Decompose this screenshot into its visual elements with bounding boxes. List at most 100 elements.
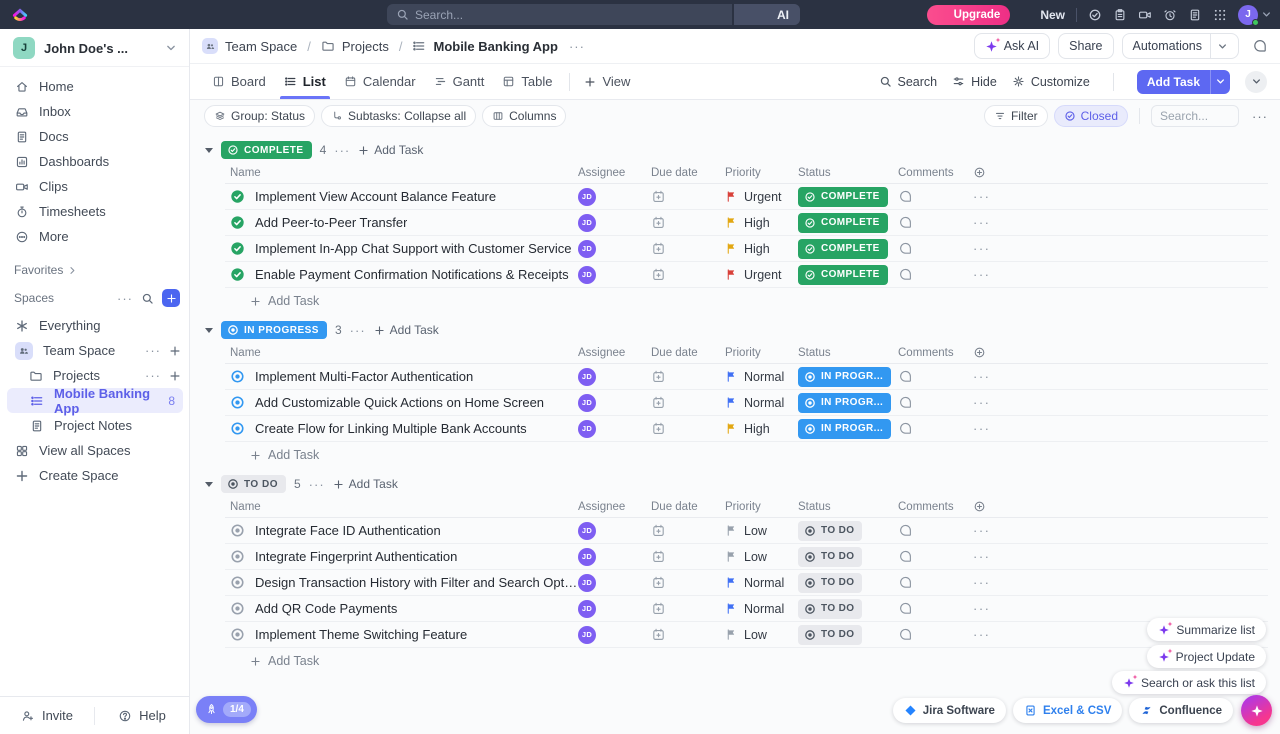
global-search[interactable]: AI [387,4,800,25]
help-button[interactable]: Help [95,708,189,723]
comments-icon[interactable] [898,267,913,282]
global-search-input[interactable] [415,8,732,22]
status-badge[interactable]: TO DO [798,521,862,541]
my-tasks-icon[interactable] [1088,8,1102,22]
status-badge[interactable]: COMPLETE [798,187,888,207]
closed-toggle[interactable]: Closed [1054,105,1128,127]
sidebar-item-clips[interactable]: Clips [7,174,182,199]
collapse-group-caret[interactable] [205,482,213,487]
task-status-icon[interactable] [230,601,245,616]
column-comments[interactable]: Comments [898,167,973,179]
reminders-icon[interactable] [1163,8,1177,22]
status-badge[interactable]: COMPLETE [798,239,888,259]
collapse-header-button[interactable] [1245,71,1267,93]
sidebar-item-project-notes[interactable]: Project Notes [7,413,189,438]
add-task-row[interactable]: Add Task [250,442,1280,468]
task-more-button[interactable]: ··· [973,395,991,410]
breadcrumb-current[interactable]: Mobile Banking App [433,39,557,54]
task-more-button[interactable]: ··· [973,627,991,642]
list-search[interactable] [1151,105,1239,127]
comments-icon[interactable] [898,189,913,204]
group-by-button[interactable]: Group: Status [204,105,315,127]
tab-board[interactable]: Board [203,64,275,99]
task-more-button[interactable]: ··· [973,575,991,590]
assignee-avatar[interactable]: JD [578,266,596,284]
group-more-button[interactable]: ··· [334,143,350,158]
task-row[interactable]: Implement In-App Chat Support with Custo… [225,236,1268,262]
notepad-icon[interactable] [1113,8,1127,22]
comments-icon[interactable] [898,549,913,564]
spaces-more-button[interactable]: ··· [117,291,133,306]
project-update-button[interactable]: Project Update [1147,645,1266,668]
task-status-icon[interactable] [230,421,245,436]
task-more-button[interactable]: ··· [973,369,991,384]
priority-cell[interactable]: High [725,216,798,230]
comments-icon[interactable] [898,395,913,410]
priority-cell[interactable]: High [725,422,798,436]
breadcrumb-projects[interactable]: Projects [342,39,389,54]
task-more-button[interactable]: ··· [973,421,991,436]
complete-status-icon[interactable] [230,189,245,204]
task-status-icon[interactable] [230,549,245,564]
group-add-task-button[interactable]: Add Task [333,477,398,491]
task-row[interactable]: Create Flow for Linking Multiple Bank Ac… [225,416,1268,442]
confluence-button[interactable]: Confluence [1129,698,1233,723]
column-status[interactable]: Status [798,501,898,513]
clickup-logo-icon[interactable] [11,5,29,23]
tab-table[interactable]: Table [493,64,561,99]
sidebar-item-timesheets[interactable]: Timesheets [7,199,182,224]
priority-cell[interactable]: Low [725,550,798,564]
due-date-icon[interactable] [651,369,666,384]
sidebar-item-create-space[interactable]: Create Space [7,463,189,488]
task-more-button[interactable]: ··· [973,215,991,230]
due-date-icon[interactable] [651,241,666,256]
column-due-date[interactable]: Due date [651,167,725,179]
assignee-avatar[interactable]: JD [578,240,596,258]
group-add-task-button[interactable]: Add Task [374,323,439,337]
column-comments[interactable]: Comments [898,501,973,513]
sidebar-item-projects-folder[interactable]: Projects ··· [7,363,189,388]
sidebar-item-home[interactable]: Home [7,74,182,99]
due-date-icon[interactable] [651,549,666,564]
column-priority[interactable]: Priority [725,347,798,359]
task-row[interactable]: Integrate Face ID Authentication JD Low … [225,518,1268,544]
column-priority[interactable]: Priority [725,501,798,513]
summarize-list-button[interactable]: Summarize list [1147,618,1266,641]
comments-icon[interactable] [898,627,913,642]
new-button[interactable]: New [1021,8,1065,22]
search-or-ask-button[interactable]: Search or ask this list [1112,671,1266,694]
sidebar-item-docs[interactable]: Docs [7,124,182,149]
status-badge[interactable]: TO DO [798,625,862,645]
column-assignee[interactable]: Assignee [578,347,651,359]
status-badge[interactable]: COMPLETE [798,213,888,233]
filter-button[interactable]: Filter [984,105,1048,127]
add-space-button[interactable] [162,289,180,307]
task-status-icon[interactable] [230,523,245,538]
hide-button[interactable]: Hide [952,75,997,89]
comments-icon[interactable] [898,241,913,256]
assignee-avatar[interactable]: JD [578,188,596,206]
due-date-icon[interactable] [651,189,666,204]
task-row[interactable]: Implement View Account Balance Feature J… [225,184,1268,210]
list-search-input[interactable] [1160,109,1230,123]
assignee-avatar[interactable]: JD [578,548,596,566]
group-more-button[interactable]: ··· [350,323,366,338]
comments-icon[interactable] [898,601,913,616]
sidebar-item-more[interactable]: More [7,224,182,249]
add-task-row[interactable]: Add Task [250,288,1280,314]
task-row[interactable]: Add Customizable Quick Actions on Home S… [225,390,1268,416]
docs-quick-icon[interactable] [1188,8,1202,22]
column-status[interactable]: Status [798,167,898,179]
column-due-date[interactable]: Due date [651,501,725,513]
excel-csv-button[interactable]: Excel & CSV [1013,698,1122,723]
column-name[interactable]: Name [225,347,578,359]
assignee-avatar[interactable]: JD [578,214,596,232]
task-row[interactable]: Integrate Fingerprint Authentication JD … [225,544,1268,570]
status-badge[interactable]: IN PROGR... [798,393,891,413]
workspace-switcher[interactable]: J John Doe's ... [0,29,189,67]
assignee-avatar[interactable]: JD [578,574,596,592]
priority-cell[interactable]: Urgent [725,268,798,282]
task-status-icon[interactable] [230,627,245,642]
status-badge[interactable]: IN PROGR... [798,419,891,439]
record-clip-icon[interactable] [1138,8,1152,22]
